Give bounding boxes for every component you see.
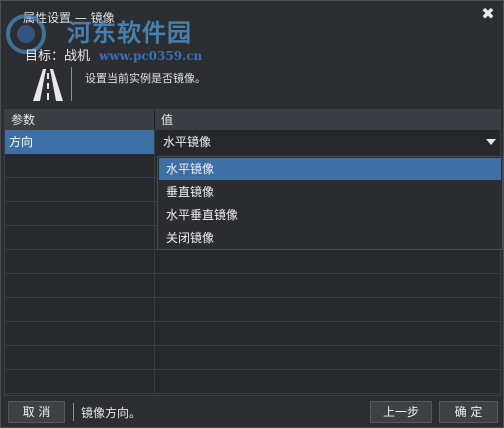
direction-dropdown-list: 水平镜像 垂直镜像 水平垂直镜像 关闭镜像 [157, 156, 503, 250]
param-cell[interactable]: 方向 [5, 130, 155, 154]
option-both-mirror[interactable]: 水平垂直镜像 [159, 204, 501, 226]
table-row-empty [5, 370, 500, 394]
table-row-empty [5, 298, 500, 322]
table-row-empty [5, 346, 500, 370]
footer-divider [73, 403, 74, 421]
column-header-param: 参数 [5, 110, 155, 130]
select-value[interactable]: 水平镜像 [163, 130, 211, 154]
header-divider [71, 67, 72, 101]
header-area: 设置当前实例是否镜像。 [1, 63, 503, 105]
option-vertical-mirror[interactable]: 垂直镜像 [159, 181, 501, 203]
watermark-url: www.pc0359.cn [99, 49, 203, 63]
table-row-empty [5, 250, 500, 274]
option-mirror-off[interactable]: 关闭镜像 [159, 227, 501, 249]
header-description: 设置当前实例是否镜像。 [85, 72, 206, 85]
option-horizontal-mirror[interactable]: 水平镜像 [159, 158, 501, 180]
table-row-empty [5, 274, 500, 298]
property-table: 参数 值 方向 水平镜像 [4, 109, 501, 396]
previous-step-button[interactable]: 上一步 [370, 401, 432, 423]
column-header-value: 值 [155, 110, 500, 130]
footer: 取 消 镜像方向。 上一步 确 定 [1, 399, 503, 427]
footer-hint: 镜像方向。 [81, 406, 142, 420]
close-button[interactable]: ✖ [479, 5, 497, 23]
table-row[interactable]: 方向 水平镜像 [5, 130, 500, 154]
direction-select[interactable]: 水平镜像 [155, 130, 500, 154]
property-dialog: 属性设置 — 镜像 ✖ 河东软件园 www.pc0359.cn 目标：战机 设置… [0, 0, 504, 428]
road-icon [33, 69, 63, 101]
table-row-empty [5, 322, 500, 346]
target-label: 目标：战机 [25, 49, 91, 64]
close-icon: ✖ [481, 4, 495, 23]
chevron-down-icon[interactable] [486, 139, 496, 145]
cancel-button[interactable]: 取 消 [8, 401, 65, 423]
confirm-button[interactable]: 确 定 [439, 401, 498, 423]
watermark-text: 河东软件园 [67, 18, 192, 47]
